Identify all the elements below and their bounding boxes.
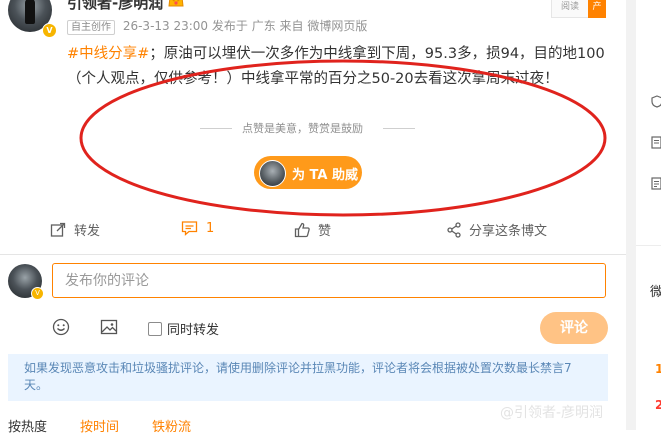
verified-badge-icon: V [42, 23, 57, 38]
comment-icon [181, 221, 198, 236]
comment-input[interactable] [52, 263, 606, 298]
repost-label: 转发 [74, 224, 101, 239]
read-widget[interactable]: 阅读 [551, 0, 589, 18]
right-rail-heading: 微 [650, 285, 661, 300]
share-label: 分享这条博文 [469, 224, 548, 239]
support-button-label: 为 TA 助威 [292, 168, 358, 183]
crown-icon [168, 0, 184, 7]
post-source: 来自 微博网页版 [279, 19, 368, 33]
repost-icon [50, 222, 66, 237]
list-icon[interactable] [651, 177, 661, 190]
right-rail-gutter [626, 0, 636, 430]
document-icon[interactable] [651, 136, 661, 149]
emoji-icon[interactable] [52, 318, 70, 336]
support-button[interactable]: 为 TA 助威 [254, 156, 362, 189]
also-repost-checkbox[interactable]: 同时转发 [148, 319, 219, 338]
repost-button[interactable]: 转发 [50, 220, 100, 239]
like-button[interactable]: 赞 [294, 220, 331, 239]
creator-tag: 自主创作 [67, 20, 115, 35]
current-user-verified-icon: V [31, 287, 44, 300]
sort-tab-fans[interactable]: 铁粉流 [152, 416, 191, 435]
author-name[interactable]: 引领者-彦明润 [67, 0, 163, 13]
submit-comment-button[interactable]: 评论 [540, 312, 608, 344]
support-avatar [259, 160, 286, 187]
post-meta: 自主创作 26-3-13 23:00 发布于 广东 来自 微博网页版 [67, 17, 367, 35]
reward-text: 点赞是美意，赞赏是鼓励 [242, 122, 363, 135]
share-button[interactable]: 分享这条博文 [447, 220, 547, 239]
like-label: 赞 [318, 224, 332, 239]
post-timestamp[interactable]: 26-3-13 23:00 [123, 19, 208, 33]
post-action-bar: 转发 1 赞 分享这条博文 [0, 220, 620, 244]
thumbs-up-icon [294, 222, 310, 237]
sort-tab-hot[interactable]: 按热度 [8, 416, 47, 435]
checkbox-box[interactable] [148, 321, 162, 336]
image-icon[interactable] [100, 318, 118, 336]
read-widget-tab[interactable]: 产 [588, 0, 606, 18]
right-rail-divider [636, 245, 661, 246]
also-repost-label: 同时转发 [167, 323, 220, 338]
right-rail-number-2[interactable]: 2 [655, 398, 661, 412]
hashtag-link[interactable]: #中线分享# [67, 46, 149, 62]
comment-button[interactable]: 1 [181, 220, 214, 236]
share-icon [447, 221, 461, 238]
right-rail-number-1[interactable]: 1 [655, 362, 661, 376]
shield-icon[interactable] [651, 95, 661, 108]
right-rail: 微 1 2 [636, 0, 661, 430]
reward-prompt: 点赞是美意，赞赏是鼓励 [200, 120, 415, 136]
moderation-notice: 如果发现恶意攻击和垃圾骚扰评论，请使用删除评论并拉黑功能，评论者将会根据被处置次… [8, 354, 608, 401]
section-divider [0, 254, 626, 255]
comment-count: 1 [206, 220, 215, 236]
sort-tab-time[interactable]: 按时间 [80, 416, 119, 435]
post-location: 发布于 广东 [211, 19, 276, 33]
post-body: #中线分享#；原油可以埋伏一次多作为中线拿到下周，95.3多，损94，目的地10… [67, 42, 607, 92]
watermark: @引领者-彦明润 [500, 405, 604, 421]
